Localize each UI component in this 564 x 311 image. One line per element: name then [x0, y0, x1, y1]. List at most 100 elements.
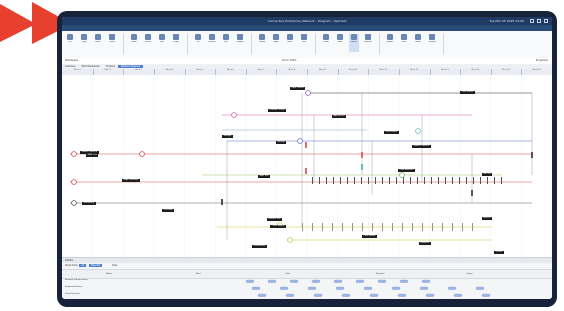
- ribbon-button-group[interactable]: Group: [257, 34, 267, 52]
- find-icon: [301, 34, 307, 40]
- gantt-bar[interactable]: [419, 286, 429, 290]
- node-label[interactable]: Printer: [494, 251, 504, 255]
- gantt-bar[interactable]: [447, 286, 457, 290]
- ribbon-button-options[interactable]: Options: [427, 34, 437, 52]
- ribbon-button-label: Fit: [196, 41, 200, 43]
- ribbon-button-copy[interactable]: Copy: [79, 34, 89, 52]
- node-label[interactable]: DB Tier: [482, 173, 493, 177]
- gantt-bar[interactable]: [377, 279, 387, 283]
- tab-timeline[interactable]: Timeline: [103, 65, 118, 68]
- node-label[interactable]: Edge Gateway: [122, 179, 140, 183]
- milestone-tick: [466, 177, 467, 184]
- details-row-label[interactable]: Endpoint Devices: [65, 286, 82, 288]
- gantt-bar[interactable]: [267, 279, 277, 283]
- ribbon-button-redo[interactable]: Redo: [129, 34, 139, 52]
- node-label[interactable]: WAN Link: [86, 154, 99, 158]
- details-row-label[interactable]: Cloud Services: [65, 293, 80, 295]
- node-label[interactable]: Core Switch: [460, 91, 475, 95]
- details-row-label[interactable]: Network Infrastructure: [65, 279, 88, 281]
- gantt-bar[interactable]: [391, 286, 401, 290]
- ribbon-button-print[interactable]: Print: [399, 34, 409, 52]
- ribbon-button-share[interactable]: Share: [413, 34, 423, 52]
- gantt-bar[interactable]: [475, 286, 485, 290]
- ribbon-button-show[interactable]: Show: [321, 34, 331, 52]
- milestone-tick: [326, 177, 327, 184]
- ribbon-button-paste[interactable]: Paste: [93, 34, 103, 52]
- tab-overview[interactable]: Overview: [62, 65, 78, 68]
- node-label[interactable]: DMZ Router: [384, 131, 399, 135]
- ribbon-button-hide[interactable]: Hide: [335, 34, 345, 52]
- ribbon-button-text[interactable]: Text: [221, 34, 231, 52]
- gantt-bar[interactable]: [335, 286, 345, 290]
- node-label[interactable]: Core Router: [362, 235, 377, 239]
- gantt-bar[interactable]: [341, 293, 351, 297]
- gantt-bar[interactable]: [421, 279, 431, 283]
- ribbon-button-layers[interactable]: Layers: [349, 34, 359, 52]
- gantt-bar[interactable]: [245, 279, 255, 283]
- minimize-icon[interactable]: [530, 19, 534, 23]
- ribbon-button-shapes[interactable]: Shapes: [235, 34, 245, 52]
- milestone-tick: [319, 177, 320, 184]
- node-label[interactable]: Endpoint: [419, 242, 431, 246]
- node-label[interactable]: Remote Site: [267, 218, 283, 222]
- node-label[interactable]: Firewall Cluster: [268, 109, 287, 113]
- ribbon-button-fit[interactable]: Fit: [193, 34, 203, 52]
- node-label[interactable]: Archive: [482, 217, 493, 221]
- tab-network-diagram[interactable]: Network Diagram: [118, 65, 144, 68]
- gantt-bar[interactable]: [257, 293, 267, 297]
- node-label[interactable]: Backup: [276, 141, 287, 145]
- gantt-bar[interactable]: [425, 293, 435, 297]
- node-label[interactable]: Data Center: [290, 87, 306, 91]
- milestone-tick: [452, 177, 453, 184]
- gantt-bar[interactable]: [397, 293, 407, 297]
- close-icon[interactable]: [544, 19, 548, 23]
- gantt-bar[interactable]: [289, 279, 299, 283]
- network-node-icon: [231, 112, 237, 118]
- node-label[interactable]: Monitoring: [82, 202, 96, 206]
- diagram-canvas[interactable]: Data Center Core Switch Firewall Cluster Ap…: [62, 75, 552, 257]
- gantt-bar[interactable]: [251, 286, 261, 290]
- gantt-bar[interactable]: [333, 279, 343, 283]
- gantt-bar[interactable]: [307, 286, 317, 290]
- maximize-icon[interactable]: [537, 19, 541, 23]
- filter-pill-selected[interactable]: Selected: [88, 264, 103, 267]
- ribbon-toolbar: Cut Copy Paste Undo Redo Select Pan Zoom Fit Conn…: [62, 31, 552, 59]
- ribbon-button-select[interactable]: Select: [143, 34, 153, 52]
- gantt-bar[interactable]: [279, 286, 289, 290]
- ribbon-button-refresh[interactable]: Refresh: [363, 34, 373, 52]
- milestone-tick: [302, 223, 303, 231]
- node-label[interactable]: VPN Hub: [162, 209, 174, 213]
- milestone-tick: [389, 177, 390, 184]
- view-label[interactable]: View: [112, 264, 117, 267]
- filter-pill-all[interactable]: All: [79, 264, 87, 267]
- ribbon-separator: [187, 34, 188, 54]
- gantt-bar[interactable]: [481, 293, 491, 297]
- gantt-bar[interactable]: [355, 279, 365, 283]
- tab-work-breakdown[interactable]: Work Breakdown: [78, 65, 102, 68]
- ribbon-button-undo[interactable]: Undo: [107, 34, 117, 52]
- gantt-bar[interactable]: [363, 286, 373, 290]
- node-label[interactable]: Cloud Region: [270, 225, 287, 229]
- ribbon-button-cut[interactable]: Cut: [65, 34, 75, 52]
- node-label[interactable]: Web Tier: [258, 175, 270, 179]
- ribbon-button-filter[interactable]: Filter: [285, 34, 295, 52]
- node-label[interactable]: Branch Office A: [412, 145, 431, 149]
- node-label[interactable]: Storage: [222, 135, 233, 139]
- gantt-bar[interactable]: [285, 293, 295, 297]
- gantt-bar[interactable]: [399, 279, 409, 283]
- milestone-tick: [462, 223, 463, 231]
- node-label[interactable]: Load Balancer: [398, 169, 416, 173]
- ribbon-button-align[interactable]: Align: [271, 34, 281, 52]
- gantt-bar[interactable]: [311, 279, 321, 283]
- ribbon-button-connect[interactable]: Connect: [207, 34, 217, 52]
- ribbon-button-find[interactable]: Find: [299, 34, 309, 52]
- ribbon-button-zoom[interactable]: Zoom: [171, 34, 181, 52]
- gantt-bar[interactable]: [313, 293, 323, 297]
- node-label[interactable]: App Server: [332, 115, 347, 119]
- node-label[interactable]: Distribution: [252, 245, 267, 249]
- ribbon-button-export[interactable]: Export: [385, 34, 395, 52]
- group-icon: [259, 34, 265, 40]
- gantt-bar[interactable]: [369, 293, 379, 297]
- gantt-bar[interactable]: [453, 293, 463, 297]
- ribbon-button-pan[interactable]: Pan: [157, 34, 167, 52]
